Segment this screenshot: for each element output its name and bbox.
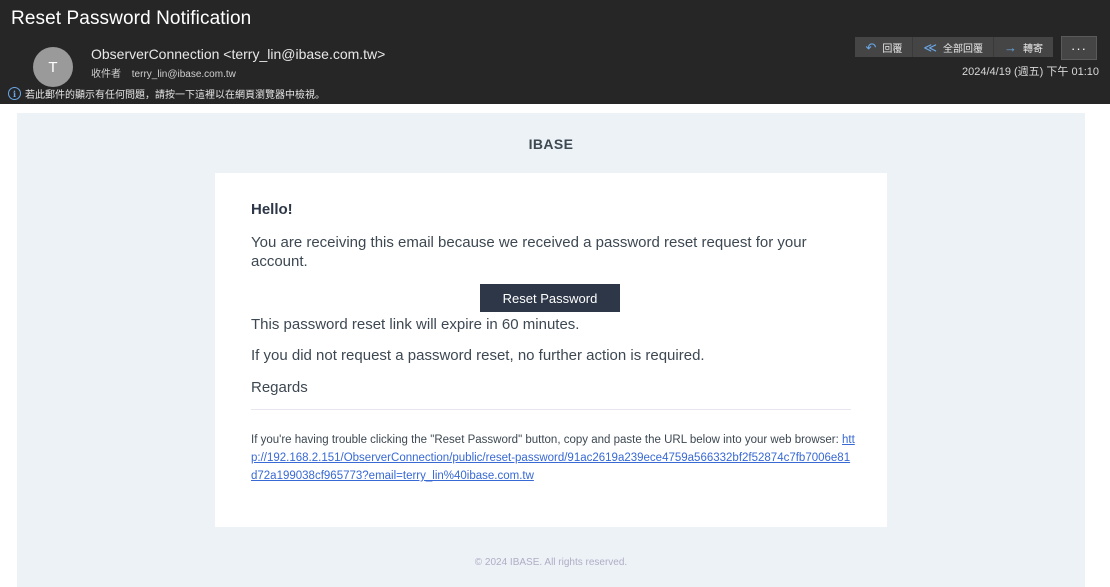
intro-paragraph: You are receiving this email because we … (251, 234, 807, 270)
message-actions: ↶ 回覆 ≪ 全部回覆 → 轉寄 (855, 37, 1053, 57)
no-action-note: If you did not request a password reset,… (251, 347, 705, 364)
forward-icon: → (1004, 39, 1017, 55)
email-footer: © 2024 IBASE. All rights reserved. (474, 557, 628, 568)
reply-all-label: 全部回覆 (943, 43, 983, 55)
divider (251, 409, 851, 410)
reply-all-icon: ≪ (923, 39, 937, 55)
message-date: 2024/4/19 (週五) 下午 01:10 (962, 66, 1099, 78)
forward-label: 轉寄 (1023, 43, 1043, 55)
greeting: Hello! (251, 201, 293, 218)
sender-avatar[interactable]: T (33, 47, 73, 87)
regards: Regards (251, 379, 308, 396)
more-actions-button[interactable]: ··· (1061, 36, 1097, 60)
reply-button[interactable]: ↶ 回覆 (855, 37, 913, 57)
display-issue-notice[interactable]: i 若此郵件的顯示有任何問題，請按一下這裡以在網頁瀏覽器中檢視。 (8, 86, 325, 101)
expire-note: This password reset link will expire in … (251, 316, 580, 333)
recipient-address[interactable]: terry_lin@ibase.com.tw (132, 69, 236, 80)
sender-name[interactable]: ObserverConnection <terry_lin@ibase.com.… (91, 46, 385, 62)
subcopy: If you're having trouble clicking the "R… (251, 431, 855, 485)
reply-all-button[interactable]: ≪ 全部回覆 (913, 37, 993, 57)
recipient-label: 收件者 (91, 69, 121, 80)
email-body: IBASE Hello! You are receiving this emai… (17, 113, 1085, 587)
subcopy-text: If you're having trouble clicking the "R… (251, 434, 842, 446)
message-subject: Reset Password Notification (11, 8, 252, 29)
recipients-line: 收件者 terry_lin@ibase.com.tw (91, 65, 236, 80)
email-card: Hello! You are receiving this email beca… (215, 173, 887, 527)
info-icon: i (8, 87, 21, 100)
reply-icon: ↶ (865, 39, 877, 55)
message-header: Reset Password Notification T ObserverCo… (0, 0, 1110, 104)
forward-button[interactable]: → 轉寄 (994, 37, 1053, 57)
reset-password-button[interactable]: Reset Password (480, 284, 620, 312)
display-issue-text[interactable]: 若此郵件的顯示有任何問題，請按一下這裡以在網頁瀏覽器中檢視。 (25, 86, 325, 101)
brand-name[interactable]: IBASE (17, 136, 1085, 152)
reply-label: 回覆 (882, 43, 903, 55)
